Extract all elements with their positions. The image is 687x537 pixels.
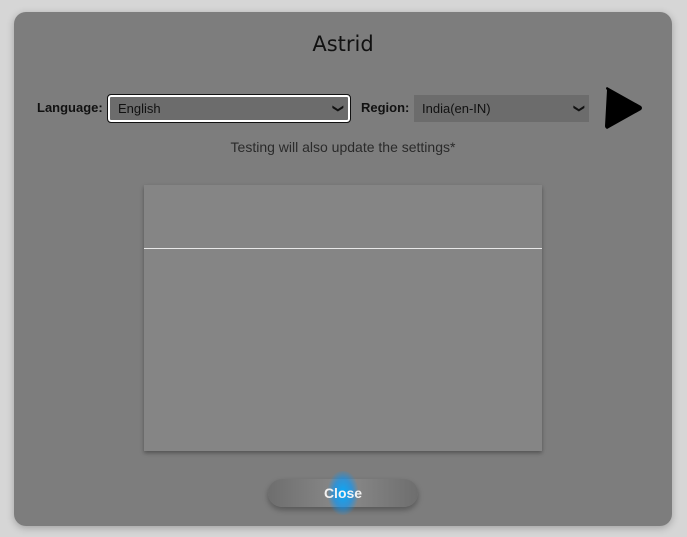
tts-settings-dialog: Astrid Language: English ❯ Region: India… (14, 12, 672, 526)
input-text-area[interactable] (144, 185, 542, 249)
region-select[interactable]: India(en-IN) ❯ (414, 95, 589, 122)
language-select[interactable]: English ❯ (107, 94, 351, 123)
text-panel (144, 185, 542, 451)
language-label: Language: (37, 100, 103, 115)
play-icon (605, 87, 642, 129)
language-selected-value: English (118, 101, 161, 116)
output-text-area (144, 249, 542, 451)
settings-note: Testing will also update the settings* (230, 139, 456, 155)
close-label: Close (323, 485, 363, 501)
chevron-down-icon: ❯ (572, 103, 585, 114)
region-selected-value: India(en-IN) (422, 101, 491, 116)
region-label: Region: (361, 100, 410, 115)
play-button[interactable] (603, 86, 645, 130)
close-button[interactable]: Close (268, 471, 418, 515)
chevron-down-icon: ❯ (331, 103, 344, 114)
dialog-title: Astrid (312, 32, 374, 56)
